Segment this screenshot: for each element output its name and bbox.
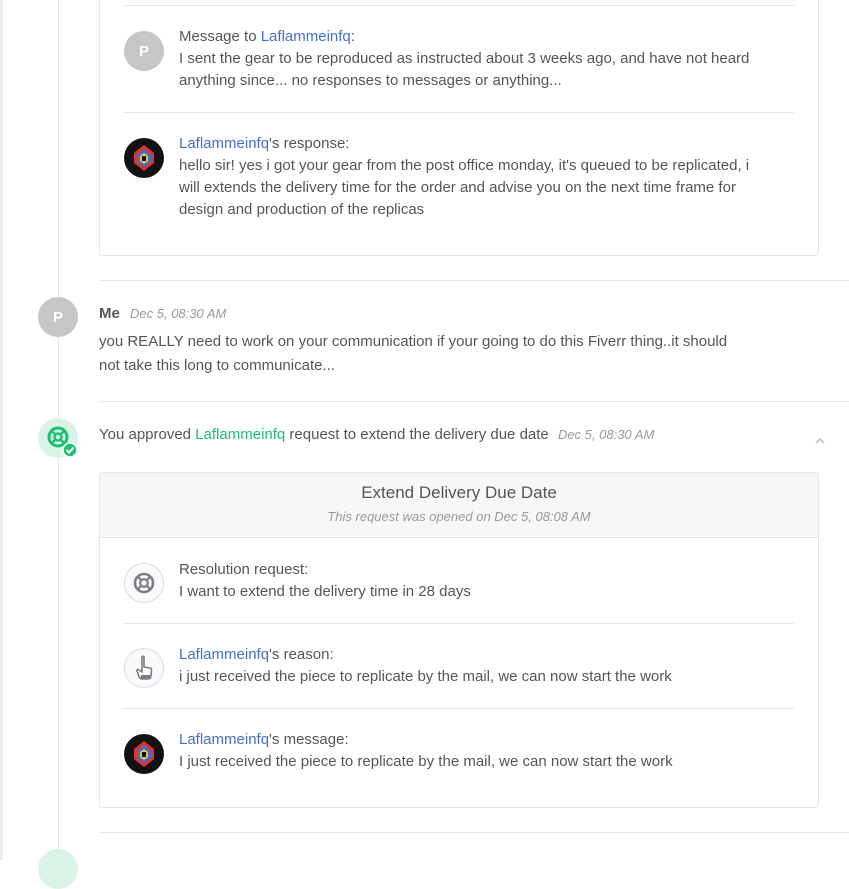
author-name: Me [99, 305, 120, 322]
reason-heading: Laflammeinfq's reason: [179, 646, 334, 663]
timestamp: Dec 5, 08:30 AM [557, 427, 655, 442]
reason-icon [124, 648, 164, 688]
seller-response-text: hello sir! yes i got your gear from the … [179, 157, 750, 218]
avatar-letter: P [52, 308, 63, 326]
extend-card-subtitle: This request was opened on Dec 5, 08:08 … [327, 509, 591, 524]
avatar: P [124, 31, 164, 71]
seller-message-text: I just received the piece to replicate b… [179, 753, 673, 770]
seller-link[interactable]: Laflammeinfq [179, 731, 269, 748]
entry-divider [99, 832, 849, 833]
response-heading: Laflammeinfq's response: [179, 135, 349, 152]
my-message-text: you REALLY need to work on your communic… [99, 333, 728, 374]
seller-link[interactable]: Laflammeinfq [179, 646, 269, 663]
entry-divider [99, 280, 849, 281]
extend-card-title: Extend Delivery Due Date [361, 483, 557, 502]
seller-avatar [124, 734, 164, 774]
my-entry-heading: Me Dec 5, 08:30 AM [99, 305, 226, 322]
reason-text: i just received the piece to replicate b… [179, 668, 672, 685]
seller-link[interactable]: Laflammeinfq [179, 135, 269, 152]
pointing-hand-icon [136, 655, 153, 680]
resolution-label: Resolution request: [179, 561, 309, 578]
lifebuoy-check-icon [47, 426, 78, 458]
message-to-colon: : [350, 28, 355, 45]
seller-logo-icon [134, 741, 154, 767]
approval-icon [38, 418, 78, 458]
message-label: 's message: [269, 731, 349, 748]
buyer-message-text: I sent the gear to be reproduced as inst… [179, 50, 750, 89]
left-border [0, 0, 3, 860]
card-divider [124, 112, 794, 113]
resolution-text: I want to extend the delivery time in 28… [179, 583, 471, 600]
approval-suffix: request to extend the delivery due date [285, 426, 549, 443]
entry-divider [99, 401, 849, 402]
card-top-divider [124, 5, 794, 6]
message-to-label: Message to [179, 28, 261, 45]
approval-heading: You approved Laflammeinfq request to ext… [99, 426, 654, 443]
timestamp: Dec 5, 08:30 AM [130, 306, 227, 321]
card-divider [124, 623, 794, 624]
collapse-button[interactable] [812, 433, 828, 447]
lifebuoy-icon [133, 572, 155, 594]
card-divider [124, 708, 794, 709]
my-avatar: P [38, 297, 78, 337]
approval-prefix: You approved [99, 426, 196, 443]
chevron-up-icon [815, 437, 825, 444]
avatar-letter: P [138, 42, 149, 60]
seller-link[interactable]: Laflammeinfq [261, 28, 351, 45]
seller-logo-icon [134, 145, 154, 171]
seller-message-heading: Laflammeinfq's message: [179, 731, 349, 748]
reason-label: 's reason: [269, 646, 334, 663]
resolution-icon [124, 563, 164, 603]
response-label: 's response: [269, 135, 350, 152]
seller-link[interactable]: Laflammeinfq [195, 426, 285, 443]
next-entry-icon [38, 849, 78, 889]
message-to-heading: Message to Laflammeinfq: [179, 28, 355, 45]
seller-avatar [124, 138, 164, 178]
